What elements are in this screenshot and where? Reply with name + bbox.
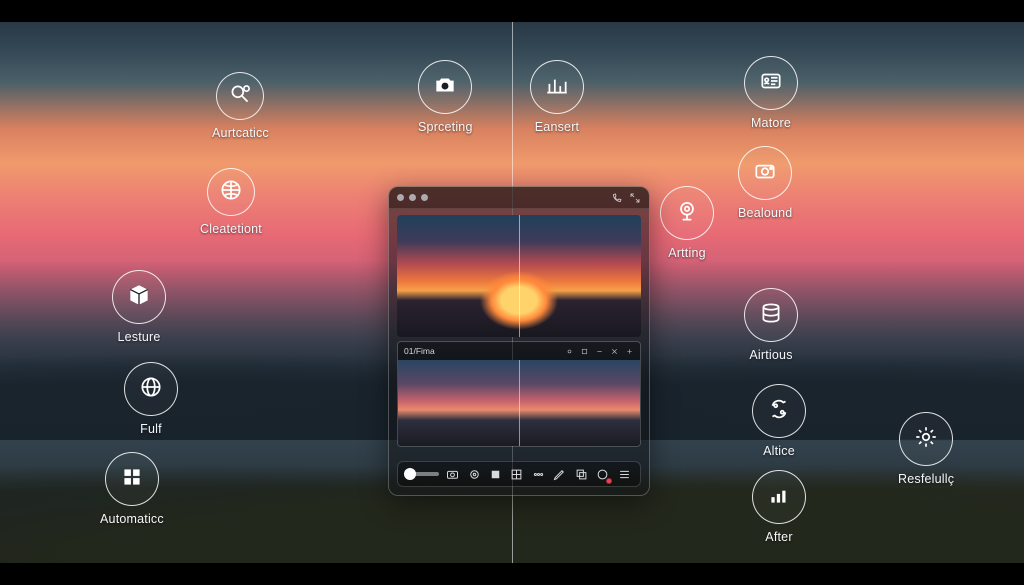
preview-sub-panel: 01/Fima bbox=[397, 341, 641, 447]
signal-bars-icon bbox=[766, 482, 792, 513]
tool-crop-icon[interactable] bbox=[488, 466, 503, 482]
badge-label: Lesture bbox=[117, 330, 160, 344]
badge-altice[interactable]: Altice bbox=[752, 384, 806, 458]
globe-grid-icon bbox=[218, 177, 244, 208]
expand-icon[interactable] bbox=[629, 192, 641, 204]
tool-dots-icon[interactable] bbox=[531, 466, 546, 482]
badge-matore[interactable]: Matore bbox=[744, 56, 798, 130]
badge-label: Automaticc bbox=[100, 512, 164, 526]
badge-label: Matore bbox=[751, 116, 791, 130]
badge-automaticc[interactable]: Automaticc bbox=[100, 452, 164, 526]
tool-camera-icon[interactable] bbox=[445, 466, 460, 482]
app-canvas: Aurtcaticc Cleatetiont Lesture Fulf Auto… bbox=[0, 0, 1024, 585]
id-card-icon bbox=[758, 68, 784, 99]
search-settings-icon bbox=[227, 81, 253, 112]
badge-aurtcaticc[interactable]: Aurtcaticc bbox=[212, 72, 269, 140]
badge-eansert[interactable]: Eansert bbox=[530, 60, 584, 134]
notification-dot bbox=[606, 478, 612, 484]
call-icon[interactable] bbox=[611, 192, 623, 204]
tool-target-icon[interactable] bbox=[466, 466, 481, 482]
badge-label: After bbox=[765, 530, 792, 544]
badge-sprceting[interactable]: Sprceting bbox=[418, 60, 473, 134]
webcam-icon bbox=[674, 198, 700, 229]
badge-label: Eansert bbox=[535, 120, 579, 134]
badge-airtious[interactable]: Airtious bbox=[744, 288, 798, 362]
sub-icon[interactable] bbox=[595, 347, 604, 356]
database-icon bbox=[758, 300, 784, 331]
package-icon bbox=[126, 282, 152, 313]
badge-resfelullc[interactable]: Resfelullç bbox=[898, 412, 954, 486]
sub-icon[interactable] bbox=[580, 347, 589, 356]
zoom-slider[interactable] bbox=[406, 472, 439, 476]
window-dot[interactable] bbox=[421, 194, 428, 201]
badge-label: Artting bbox=[668, 246, 706, 260]
badge-after[interactable]: After bbox=[752, 470, 806, 544]
window-controls[interactable] bbox=[397, 194, 428, 201]
sub-icon[interactable] bbox=[625, 347, 634, 356]
camera-icon bbox=[432, 72, 458, 103]
letterbox-bottom bbox=[0, 563, 1024, 585]
badge-label: Altice bbox=[763, 444, 795, 458]
badge-bealound[interactable]: Bealound bbox=[738, 146, 792, 220]
badge-label: Bealound bbox=[738, 206, 792, 220]
bar-chart-icon bbox=[544, 72, 570, 103]
sub-icon[interactable] bbox=[565, 347, 574, 356]
badge-lesture[interactable]: Lesture bbox=[112, 270, 166, 344]
badge-artting[interactable]: Artting bbox=[660, 186, 714, 260]
refresh-people-icon bbox=[766, 396, 792, 427]
sub-icon[interactable] bbox=[610, 347, 619, 356]
letterbox-top bbox=[0, 0, 1024, 22]
badge-label: Cleatetiont bbox=[200, 222, 262, 236]
tool-grid-icon[interactable] bbox=[509, 466, 524, 482]
tool-notify-icon[interactable] bbox=[595, 466, 610, 482]
badge-label: Airtious bbox=[749, 348, 792, 362]
camera-outline-icon bbox=[752, 158, 778, 189]
gear-icon bbox=[913, 424, 939, 455]
badge-label: Resfelullç bbox=[898, 472, 954, 486]
preview-sub[interactable] bbox=[398, 360, 640, 446]
badge-fulf[interactable]: Fulf bbox=[124, 362, 178, 436]
preview-main[interactable] bbox=[397, 215, 641, 337]
tool-pen-icon[interactable] bbox=[552, 466, 567, 482]
preview-sub-header: 01/Fima bbox=[398, 342, 640, 360]
badge-cleatetiont[interactable]: Cleatetiont bbox=[200, 168, 262, 236]
editor-titlebar[interactable] bbox=[389, 187, 649, 209]
badge-label: Fulf bbox=[140, 422, 162, 436]
badge-label: Sprceting bbox=[418, 120, 473, 134]
badge-label: Aurtcaticc bbox=[212, 126, 269, 140]
editor-window: 01/Fima bbox=[388, 186, 650, 496]
preview-sub-title: 01/Fima bbox=[404, 346, 435, 356]
window-dot[interactable] bbox=[409, 194, 416, 201]
globe-icon bbox=[138, 374, 164, 405]
window-dot[interactable] bbox=[397, 194, 404, 201]
grid-icon bbox=[119, 464, 145, 495]
tool-list-icon[interactable] bbox=[616, 466, 631, 482]
tool-layers-icon[interactable] bbox=[574, 466, 589, 482]
editor-toolbar bbox=[397, 461, 641, 487]
